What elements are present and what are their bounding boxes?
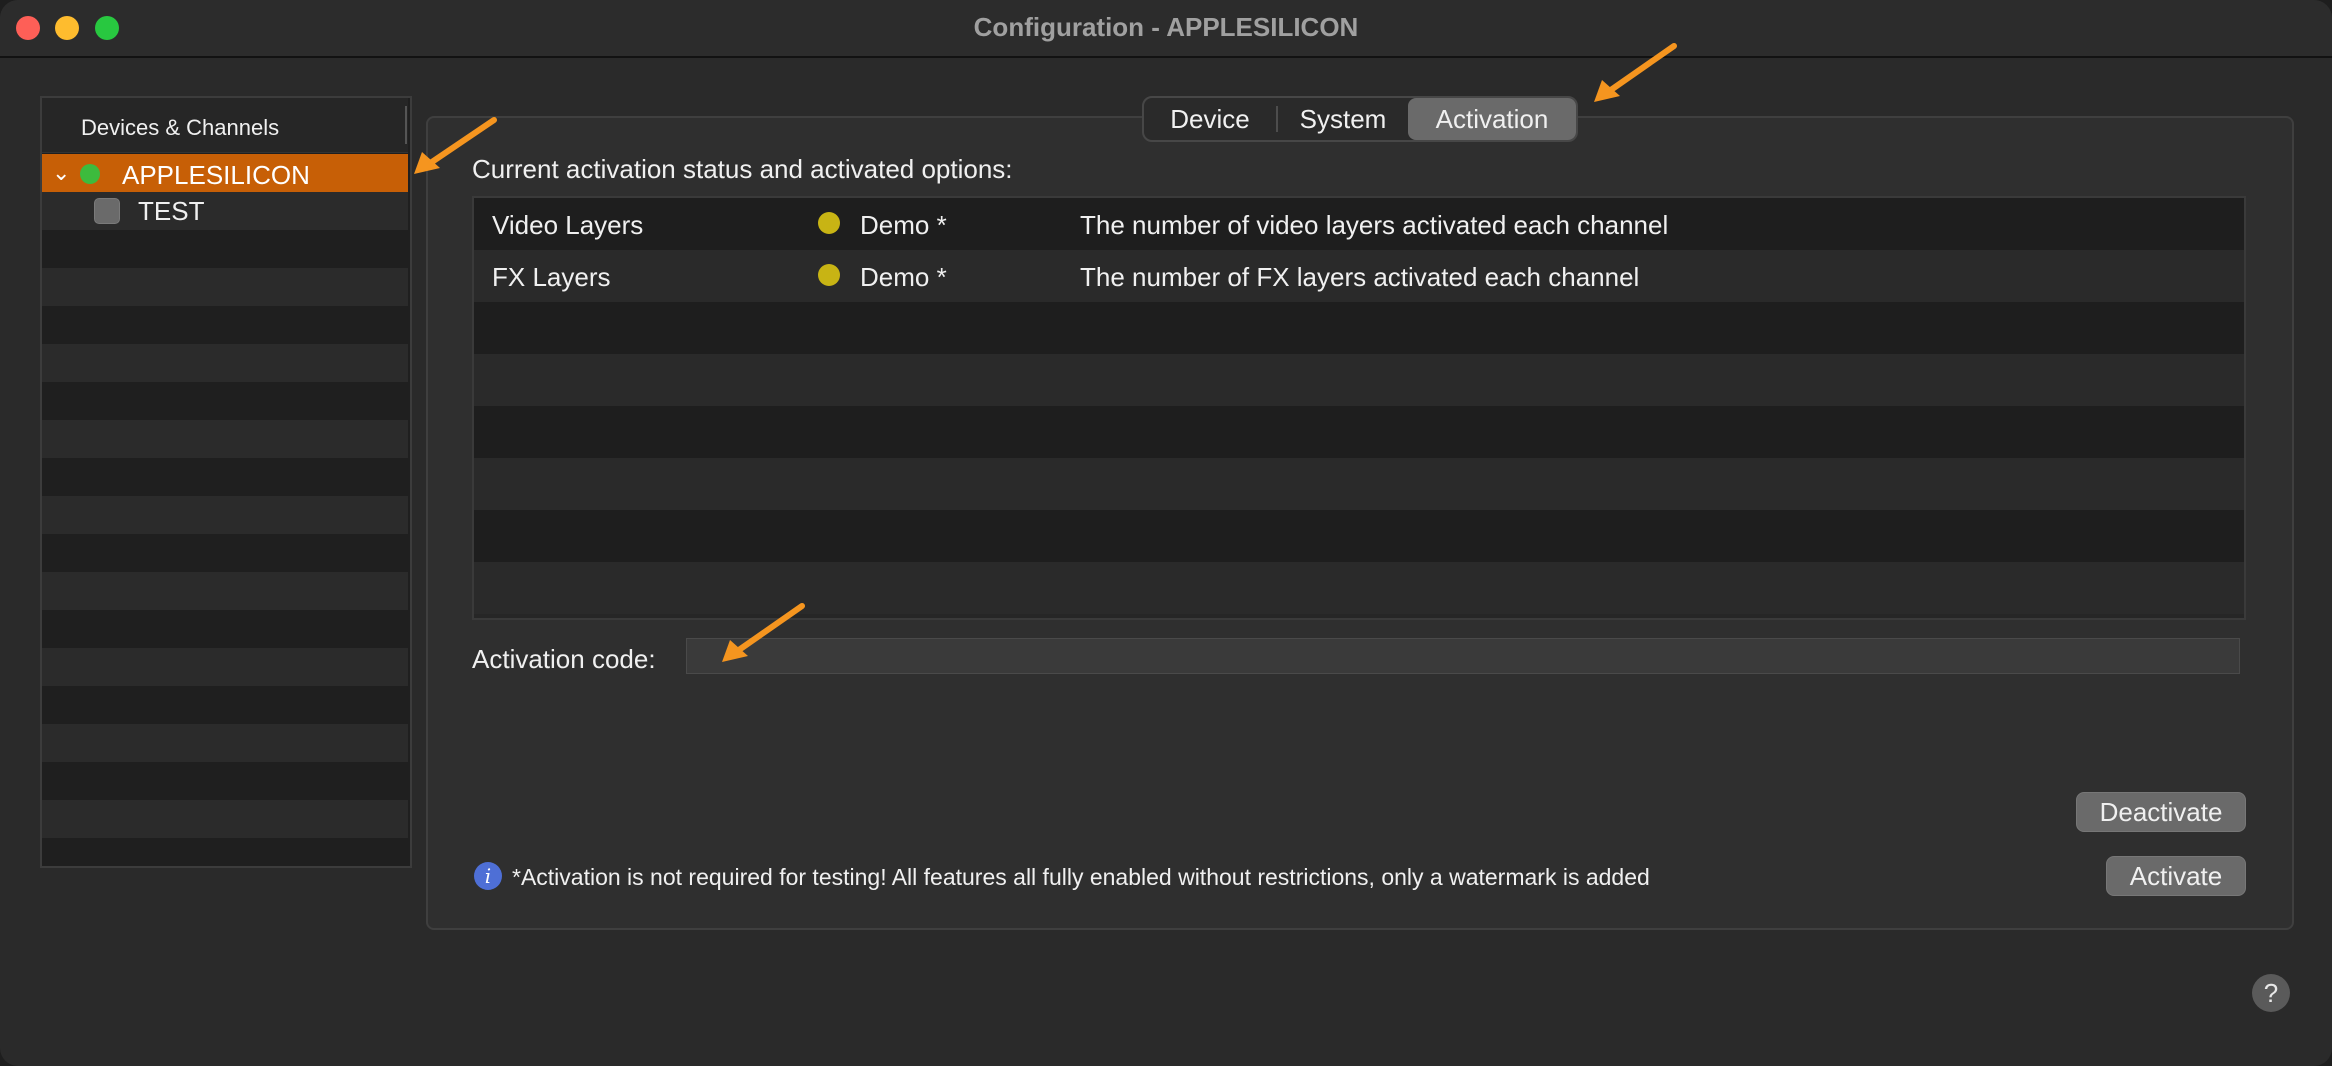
- list-item: [42, 534, 408, 572]
- activation-code-label: Activation code:: [472, 644, 656, 674]
- option-description: The number of video layers activated eac…: [1080, 210, 1669, 240]
- activation-options-table: Video Layers Demo * The number of video …: [472, 196, 2246, 620]
- sidebar-header-label: Devices & Channels: [81, 115, 280, 140]
- activation-status-heading: Current activation status and activated …: [472, 154, 1013, 184]
- activation-code-input[interactable]: [686, 638, 2240, 674]
- option-status: Demo *: [860, 262, 947, 292]
- column-resize-handle[interactable]: [405, 106, 407, 144]
- table-row: [474, 510, 2244, 562]
- activate-button[interactable]: Activate: [2106, 856, 2246, 896]
- tab-system[interactable]: System: [1278, 98, 1408, 140]
- table-row[interactable]: Video Layers Demo * The number of video …: [474, 198, 2244, 250]
- devices-sidebar: Devices & Channels ⌄ APPLESILICON TEST: [40, 96, 412, 868]
- table-row: [474, 302, 2244, 354]
- list-item: [42, 306, 408, 344]
- option-status: Demo *: [860, 210, 947, 240]
- tree-item-test[interactable]: TEST: [42, 192, 408, 230]
- status-online-icon: [80, 164, 100, 184]
- option-name: FX Layers: [492, 262, 611, 292]
- list-item: [42, 648, 408, 686]
- list-item: [42, 344, 408, 382]
- table-row: [474, 458, 2244, 510]
- list-item: [42, 496, 408, 534]
- configuration-window: Configuration - APPLESILICON Devices & C…: [0, 0, 2332, 1066]
- annotation-arrow-icon: [414, 117, 497, 174]
- tree-item-label: APPLESILICON: [122, 160, 310, 190]
- chevron-down-icon[interactable]: ⌄: [52, 160, 70, 186]
- info-icon: i: [474, 862, 502, 890]
- option-description: The number of FX layers activated each c…: [1080, 262, 1640, 292]
- list-item: [42, 762, 408, 800]
- table-row: [474, 354, 2244, 406]
- title-bar: Configuration - APPLESILICON: [0, 0, 2332, 58]
- list-item: [42, 572, 408, 610]
- annotation-arrow-icon: [1594, 43, 1677, 102]
- list-item: [42, 610, 408, 648]
- list-item: [42, 800, 408, 838]
- deactivate-button[interactable]: Deactivate: [2076, 792, 2246, 832]
- list-item: [42, 458, 408, 496]
- tree-item-label: TEST: [138, 196, 205, 226]
- list-item: [42, 268, 408, 306]
- tab-activation[interactable]: Activation: [1408, 98, 1576, 140]
- tab-device[interactable]: Device: [1144, 98, 1276, 140]
- list-item: [42, 230, 408, 268]
- channel-checkbox[interactable]: [94, 198, 120, 224]
- help-button[interactable]: ?: [2252, 974, 2290, 1012]
- sidebar-header: Devices & Channels: [42, 98, 408, 153]
- list-item: [42, 724, 408, 762]
- window-title: Configuration - APPLESILICON: [973, 12, 1359, 42]
- tab-bar: Device System Activation: [1142, 96, 1578, 142]
- activation-info-text: *Activation is not required for testing!…: [512, 864, 1650, 890]
- list-item: [42, 686, 408, 724]
- list-item: [42, 420, 408, 458]
- table-row: [474, 406, 2244, 458]
- table-row[interactable]: FX Layers Demo * The number of FX layers…: [474, 250, 2244, 302]
- list-item: [42, 838, 408, 866]
- tree-item-applesilicon[interactable]: ⌄ APPLESILICON: [42, 154, 408, 192]
- option-name: Video Layers: [492, 210, 644, 240]
- list-item: [42, 382, 408, 420]
- status-demo-icon: [818, 264, 840, 286]
- device-tree: ⌄ APPLESILICON TEST: [42, 154, 408, 866]
- annotation-arrow-icon: [722, 603, 805, 662]
- status-demo-icon: [818, 212, 840, 234]
